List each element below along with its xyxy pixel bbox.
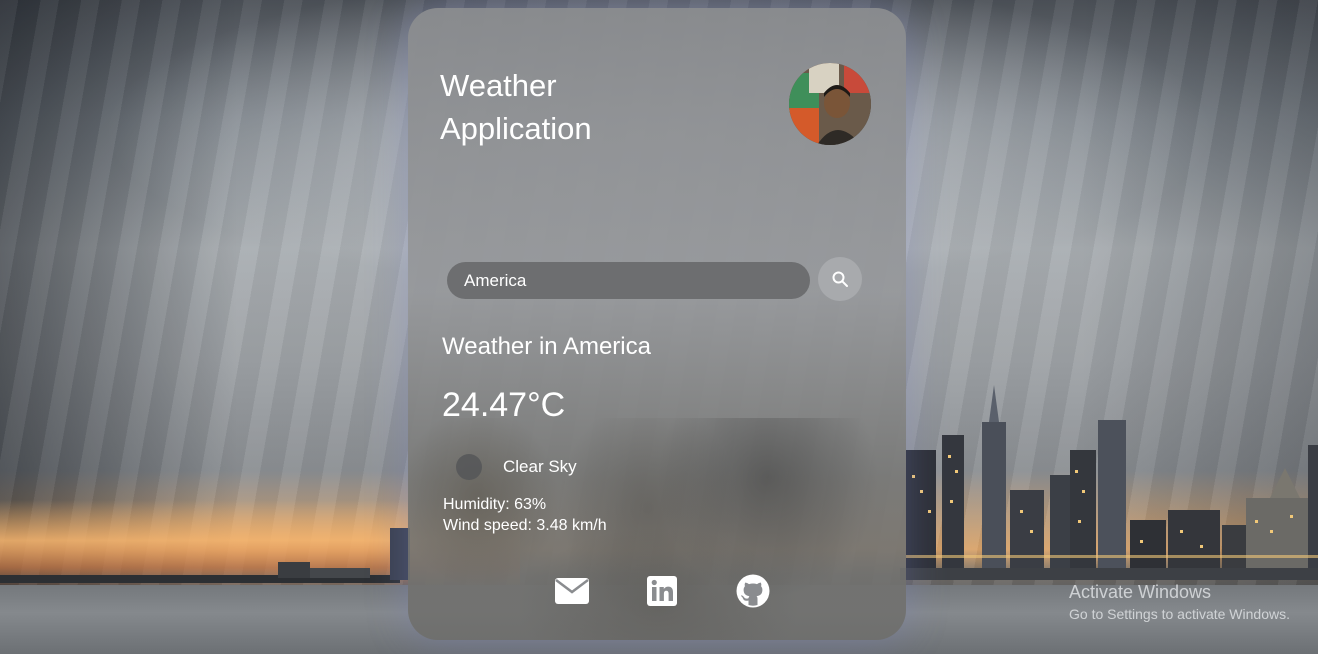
app-title-line-2: Application: [440, 111, 592, 146]
search-button[interactable]: [818, 257, 862, 301]
github-icon: [736, 574, 770, 608]
github-link[interactable]: [736, 573, 770, 609]
weather-stats: Humidity: 63% Wind speed: 3.48 km/h: [443, 494, 607, 536]
avatar-image: [789, 63, 871, 145]
weather-card: Weather Application Weather in America 2…: [408, 8, 906, 640]
email-link[interactable]: [554, 573, 590, 609]
humidity-text: Humidity: 63%: [443, 496, 547, 513]
linkedin-icon: [647, 576, 677, 606]
weather-description: Clear Sky: [503, 457, 577, 476]
avatar: [789, 63, 871, 145]
search-input[interactable]: [447, 262, 810, 299]
app-title-line-1: Weather: [440, 68, 557, 103]
search-icon: [832, 271, 848, 287]
wind-speed-text: Wind speed: 3.48 km/h: [443, 517, 607, 534]
watermark-title: Activate Windows: [1069, 582, 1212, 602]
linkedin-link[interactable]: [646, 573, 678, 609]
search-bar: [447, 257, 862, 306]
city-heading: Weather in America: [442, 333, 651, 360]
app-title: Weather Application: [440, 64, 700, 150]
social-links: [554, 573, 770, 609]
watermark-subtitle: Go to Settings to activate Windows.: [1069, 606, 1290, 622]
temperature: 24.47°C: [442, 386, 566, 424]
envelope-icon: [555, 578, 589, 604]
weather-condition-icon: [456, 454, 482, 480]
weather-description-row: Clear Sky: [456, 454, 577, 480]
windows-activation-watermark: Activate Windows Go to Settings to activ…: [1069, 580, 1290, 624]
